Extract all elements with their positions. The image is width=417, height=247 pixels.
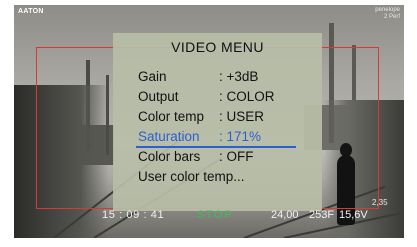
timecode: 15 : 09 : 41 (102, 209, 165, 221)
frame-counter: 2,35 (372, 198, 388, 207)
menu-item-value: : USER (219, 109, 265, 124)
menu-item-user-color-temp[interactable]: User color temp... (138, 169, 303, 187)
camera-model: penelope 2 Perf (375, 7, 400, 21)
menu-item-value: : OFF (219, 149, 254, 164)
record-state: STOP (197, 209, 234, 221)
menu-item-label: Gain (138, 69, 167, 84)
menu-title: VIDEO MENU (171, 39, 264, 55)
menu-item-value: : COLOR (219, 89, 275, 104)
menu-item-output[interactable]: Output : COLOR (138, 89, 303, 107)
menu-item-value: : 171% (219, 129, 262, 144)
menu-item-gain[interactable]: Gain : +3dB (138, 69, 303, 87)
menu-item-label: Color bars (138, 149, 201, 164)
menu-item-saturation[interactable]: Saturation : 171% (136, 129, 303, 148)
menu-item-label: Saturation (138, 129, 200, 144)
menu-item-label: Color temp (138, 109, 205, 124)
menu-item-color-temp[interactable]: Color temp : USER (138, 109, 303, 127)
footage-counter: 253F (309, 209, 335, 221)
camera-model-format: 2 Perf (383, 14, 400, 20)
battery-voltage: 15,6V (339, 209, 368, 221)
menu-item-label: Output (138, 89, 179, 104)
brand-logo: AATON (18, 8, 44, 15)
camera-viewfinder: AATON penelope 2 Perf VIDEO MENU Gain : … (14, 5, 404, 238)
frame-rate: 24,00 (271, 209, 299, 221)
video-menu: VIDEO MENU Gain : +3dB Output : COLOR Co… (113, 33, 322, 211)
menu-item-value: : +3dB (219, 69, 259, 84)
menu-item-color-bars[interactable]: Color bars : OFF (138, 149, 303, 167)
menu-item-label: User color temp... (138, 169, 245, 184)
camera-model-name: penelope (375, 7, 400, 13)
